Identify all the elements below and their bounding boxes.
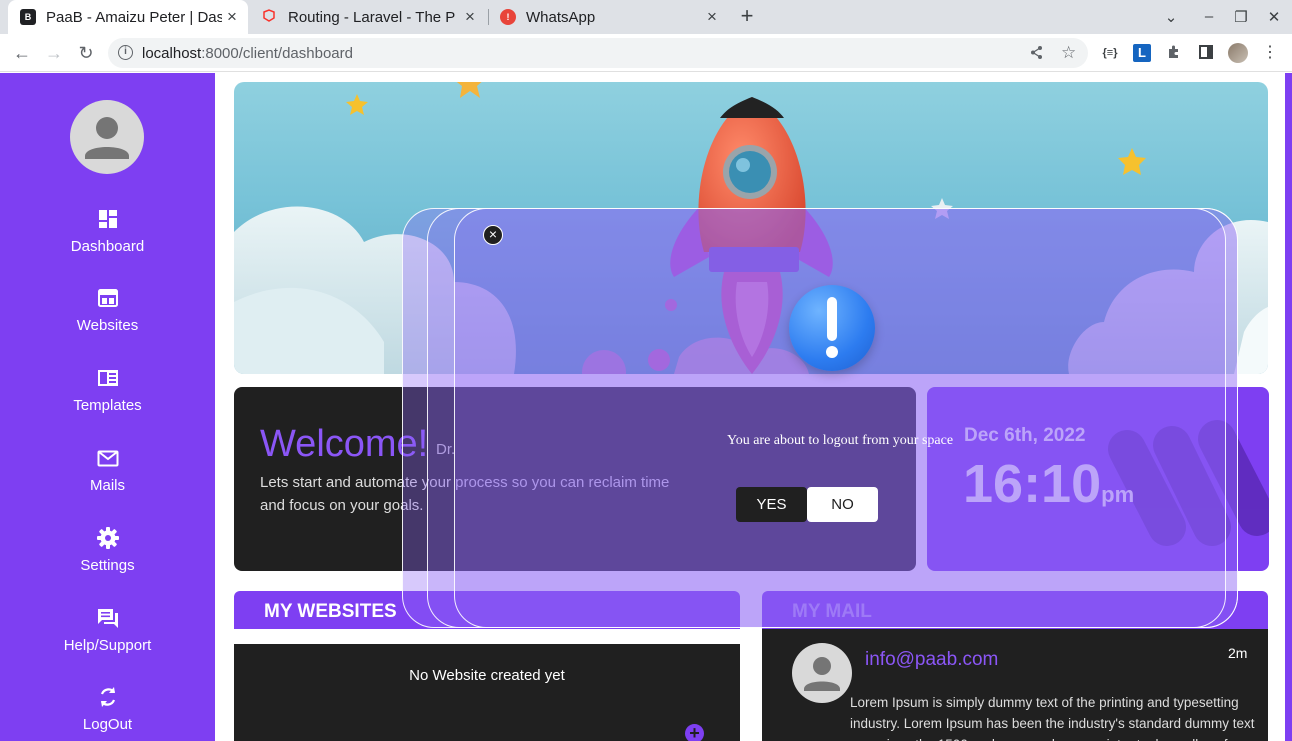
tab-whatsapp[interactable]: ! WhatsApp × [488, 0, 728, 34]
gear-icon [0, 525, 215, 551]
empty-websites-message: No Website created yet [409, 667, 565, 684]
tab-title: WhatsApp [526, 8, 596, 26]
tab-paab[interactable]: B PaaB - Amaizu Peter | Dashb × [8, 0, 248, 34]
extensions-puzzle-icon[interactable] [1165, 44, 1183, 62]
avatar [792, 643, 852, 703]
sidebar-item-mails[interactable]: Mails [0, 445, 215, 494]
templates-icon [0, 365, 215, 391]
websites-panel: No Website created yet + [234, 644, 740, 741]
bookmark-star-icon[interactable]: ☆ [1061, 43, 1076, 63]
minimize-icon[interactable]: – [1200, 8, 1218, 25]
sidebar-item-label: Help/Support [63, 637, 152, 654]
browser-menu-icon[interactable]: ⋮ [1261, 44, 1279, 62]
share-icon[interactable] [1029, 45, 1044, 64]
cancel-no-button[interactable]: NO [807, 487, 878, 522]
mail-time: 2m [1228, 645, 1248, 661]
sidebar-item-label: Dashboard [70, 238, 145, 255]
tab-laravel[interactable]: Routing - Laravel - The PHP × [250, 0, 486, 34]
browser-tabstrip: B PaaB - Amaizu Peter | Dashb × Routing … [0, 0, 1292, 34]
reload-icon[interactable]: ↻ [76, 43, 96, 63]
close-tab-icon[interactable]: × [462, 8, 478, 25]
avatar[interactable] [70, 100, 144, 174]
tab-search-icon[interactable]: ⌄ [1162, 8, 1180, 26]
forward-icon[interactable]: → [44, 43, 64, 63]
mail-icon [0, 445, 215, 471]
paab-favicon: B [20, 9, 36, 25]
laravel-favicon [262, 9, 278, 25]
side-panel-icon[interactable] [1197, 44, 1215, 62]
url-text[interactable]: localhost:8000/client/dashboard [142, 45, 353, 62]
logout-modal [402, 208, 1238, 628]
extension-l-icon[interactable]: L [1133, 44, 1151, 62]
tab-title: PaaB - Amaizu Peter | Dashb [46, 8, 222, 26]
mail-panel: info@paab.com 2m Lorem Ipsum is simply d… [762, 629, 1268, 741]
whatsapp-favicon: ! [500, 9, 516, 25]
sidebar-item-label: LogOut [82, 716, 133, 733]
sidebar-item-logout[interactable]: LogOut [0, 684, 215, 733]
sidebar-item-label: Mails [89, 477, 125, 494]
address-bar[interactable]: i localhost:8000/client/dashboard ☆ [108, 38, 1088, 68]
mail-preview[interactable]: Lorem Ipsum is simply dummy text of the … [850, 692, 1255, 741]
confirm-yes-button[interactable]: YES [736, 487, 807, 522]
site-info-icon[interactable]: i [118, 45, 133, 60]
new-tab-button[interactable]: + [736, 5, 758, 28]
browser-toolbar: ← → ↻ i localhost:8000/client/dashboard … [0, 34, 1292, 72]
dashboard-icon [0, 206, 215, 232]
sidebar-item-websites[interactable]: Websites [0, 285, 215, 334]
sidebar-item-dashboard[interactable]: Dashboard [0, 206, 215, 255]
sidebar-item-label: Templates [73, 397, 142, 414]
alert-icon [789, 285, 875, 371]
close-tab-icon[interactable]: × [224, 8, 240, 25]
sidebar-item-label: Settings [80, 557, 135, 574]
logout-icon [0, 684, 215, 710]
sidebar-item-label: Websites [76, 317, 139, 334]
close-icon[interactable]: × [483, 225, 503, 245]
sidebar-item-settings[interactable]: Settings [0, 525, 215, 574]
sidebar: Dashboard Websites Templates Mails Setti… [0, 73, 215, 741]
restore-icon[interactable]: ❐ [1232, 8, 1250, 26]
modal-card [454, 208, 1226, 628]
mail-sender[interactable]: info@paab.com [865, 649, 998, 671]
chat-icon [0, 605, 215, 631]
sidebar-item-templates[interactable]: Templates [0, 365, 215, 414]
scroll-accent [1285, 73, 1292, 741]
logout-message: You are about to logout from your space [727, 433, 954, 448]
profile-avatar[interactable] [1228, 43, 1248, 63]
back-icon[interactable]: ← [12, 43, 32, 63]
json-extension-icon[interactable]: {≡} [1101, 44, 1119, 62]
sidebar-item-help[interactable]: Help/Support [0, 605, 215, 654]
websites-icon [0, 285, 215, 311]
add-website-button[interactable]: + [685, 724, 704, 741]
close-window-icon[interactable]: ✕ [1265, 8, 1283, 26]
tab-title: Routing - Laravel - The PHP [288, 8, 456, 26]
close-tab-icon[interactable]: × [704, 8, 720, 25]
